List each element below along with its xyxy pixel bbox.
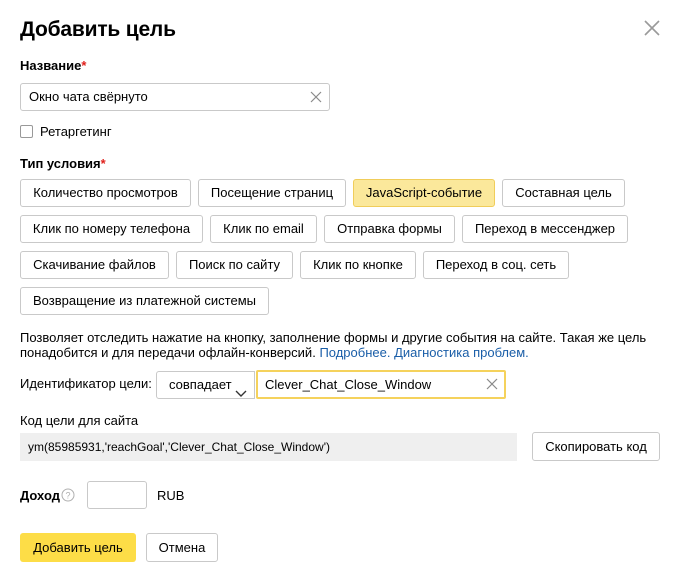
retargeting-checkbox[interactable]: Ретаргетинг xyxy=(20,124,112,139)
chip-site-search[interactable]: Поиск по сайту xyxy=(176,251,293,279)
clear-icon[interactable] xyxy=(484,376,500,392)
code-label: Код цели для сайта xyxy=(20,413,139,428)
chip-social-network[interactable]: Переход в соц. сеть xyxy=(423,251,569,279)
goal-code: ym(85985931,'reachGoal','Clever_Chat_Clo… xyxy=(20,433,517,461)
add-goal-button[interactable]: Добавить цель xyxy=(20,533,136,562)
clear-icon[interactable] xyxy=(308,89,324,105)
match-mode-select[interactable]: совпадает xyxy=(156,371,255,399)
help-icon[interactable]: ? xyxy=(61,488,75,502)
chip-messenger[interactable]: Переход в мессенджер xyxy=(462,215,628,243)
chip-composite-goal[interactable]: Составная цель xyxy=(502,179,625,207)
identifier-input[interactable]: Clever_Chat_Close_Window xyxy=(256,370,506,399)
copy-code-button[interactable]: Скопировать код xyxy=(532,432,660,461)
income-label: Доход xyxy=(20,488,60,503)
close-icon[interactable] xyxy=(641,17,663,39)
match-mode-value: совпадает xyxy=(169,377,232,392)
name-input[interactable]: Окно чата свёрнуто xyxy=(20,83,330,111)
dialog-title: Добавить цель xyxy=(20,18,176,41)
condition-description: Позволяет отследить нажатие на кнопку, з… xyxy=(20,330,660,360)
chip-javascript-event[interactable]: JavaScript-событие xyxy=(353,179,495,207)
income-input[interactable] xyxy=(87,481,147,509)
retargeting-label: Ретаргетинг xyxy=(40,124,112,139)
more-link[interactable]: Подробнее. xyxy=(319,345,390,360)
chip-form-submit[interactable]: Отправка формы xyxy=(324,215,455,243)
chip-page-visit[interactable]: Посещение страниц xyxy=(198,179,346,207)
chip-button-click[interactable]: Клик по кнопке xyxy=(300,251,416,279)
chip-file-download[interactable]: Скачивание файлов xyxy=(20,251,169,279)
chip-payment-return[interactable]: Возвращение из платежной системы xyxy=(20,287,269,315)
diagnostics-link[interactable]: Диагностика проблем. xyxy=(394,345,529,360)
svg-text:?: ? xyxy=(65,491,70,501)
cancel-button[interactable]: Отмена xyxy=(146,533,218,562)
chevron-down-icon xyxy=(235,381,247,407)
currency-label: RUB xyxy=(157,488,185,503)
chip-phone-click[interactable]: Клик по номеру телефона xyxy=(20,215,203,243)
checkbox-box[interactable] xyxy=(20,125,33,138)
condition-label: Тип условия* xyxy=(20,156,106,171)
identifier-label: Идентификатор цели: xyxy=(20,376,152,391)
name-label: Название* xyxy=(20,58,87,73)
chip-page-views[interactable]: Количество просмотров xyxy=(20,179,191,207)
chip-email-click[interactable]: Клик по email xyxy=(210,215,317,243)
